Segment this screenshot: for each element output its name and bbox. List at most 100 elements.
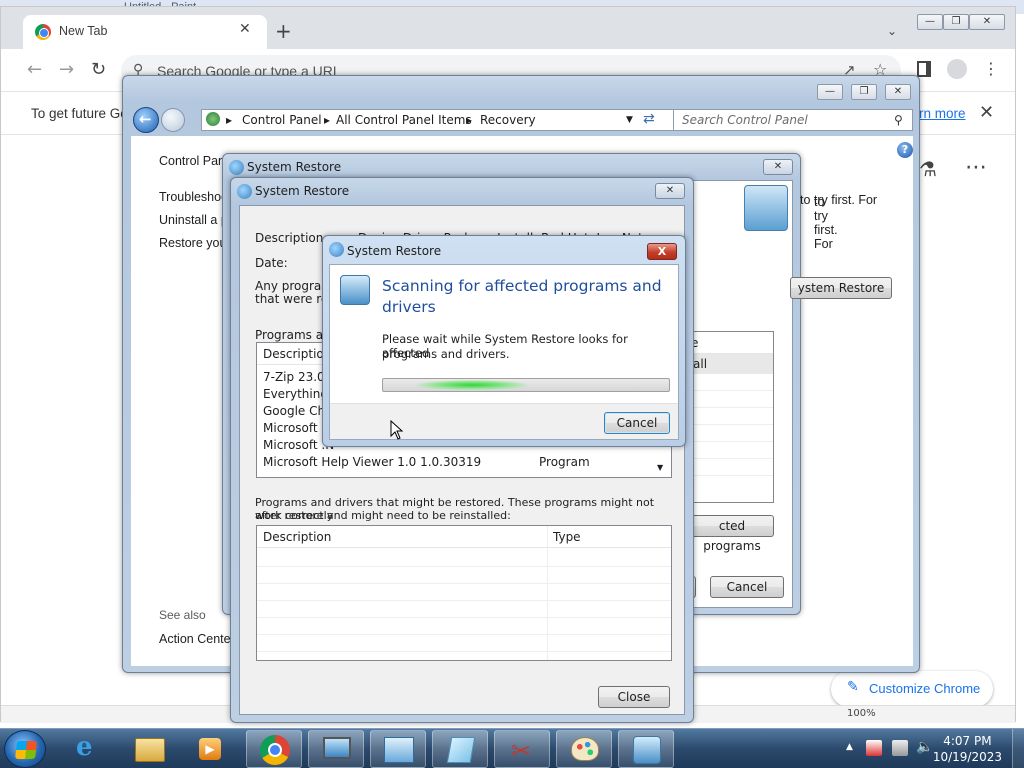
refresh-icon[interactable]: ⇄	[643, 111, 655, 127]
address-dropdown-icon[interactable]: ▼	[626, 115, 633, 125]
taskbar-remote-desktop[interactable]	[308, 730, 364, 768]
scissors-icon: ✂	[511, 737, 532, 765]
tab-title: New Tab	[59, 24, 108, 38]
control-panel-icon	[206, 112, 220, 126]
taskbar-chrome[interactable]	[246, 730, 302, 768]
new-tab-button[interactable]: +	[275, 21, 292, 41]
cp-maximize-button[interactable]: ❐	[851, 84, 877, 100]
back-button[interactable]: ←	[133, 107, 159, 133]
scroll-down-arrow-icon[interactable]: ▼	[657, 463, 663, 472]
volume-icon[interactable]: 🔈	[916, 739, 933, 755]
system-clock[interactable]: 4:07 PM 10/19/2023	[933, 733, 1002, 765]
back-cancel-button[interactable]: Cancel	[710, 576, 784, 598]
side-panel-icon[interactable]	[917, 61, 931, 77]
list-item: all	[693, 357, 708, 371]
restore-link[interactable]: Restore you	[159, 236, 226, 250]
taskbar-system-restore[interactable]	[618, 730, 674, 768]
customize-chrome-button[interactable]: ✎ Customize Chrome	[831, 671, 993, 707]
open-system-restore-button[interactable]: ystem Restore	[790, 277, 892, 299]
taskbar-snipping-tool[interactable]: ✂	[494, 730, 550, 768]
zoom-level: 100%	[847, 708, 876, 719]
scan-detected-programs-button[interactable]: cted programs	[690, 515, 774, 553]
date-label: Date:	[255, 256, 288, 270]
minimize-button[interactable]: —	[917, 14, 943, 30]
chrome-tab-strip: New Tab ✕ + ⌄ — ❐ ✕	[1, 7, 1015, 49]
cp-minimize-button[interactable]: —	[817, 84, 843, 100]
progress-glow	[417, 380, 527, 390]
taskbar-media-player[interactable]: ▶	[182, 730, 238, 768]
chrome-icon	[35, 24, 51, 40]
column-description[interactable]: Description	[263, 530, 331, 544]
profile-avatar-icon[interactable]	[947, 59, 967, 79]
troubleshoot-link[interactable]: Troubleshoo	[159, 190, 228, 204]
learn-more-link[interactable]: rn more	[919, 106, 966, 121]
description-label: Description:	[255, 231, 328, 245]
taskbar-paint[interactable]	[556, 730, 612, 768]
customize-label: Customize Chrome	[869, 681, 981, 696]
show-hidden-icons-chevron-icon[interactable]: ▲	[846, 742, 853, 752]
window-title: System Restore	[255, 184, 350, 198]
close-button[interactable]: ✕	[969, 14, 1005, 30]
breadcrumb-all-items[interactable]: All Control Panel Items	[336, 113, 472, 127]
system-restore-large-icon	[340, 275, 370, 305]
system-restore-icon	[633, 736, 661, 764]
system-restore-icon	[237, 184, 252, 199]
maximize-button[interactable]: ❐	[943, 14, 969, 30]
tab-new-tab[interactable]: New Tab ✕	[23, 15, 267, 49]
pencil-icon: ✎	[847, 679, 859, 695]
help-icon[interactable]: ?	[897, 142, 913, 158]
taskbar-notes[interactable]	[432, 730, 488, 768]
list-item-type: Program	[539, 455, 590, 469]
media-player-icon: ▶	[199, 738, 221, 760]
close-button[interactable]: ✕	[655, 183, 685, 199]
forward-arrow-icon[interactable]: →	[59, 59, 74, 80]
apps-grid-icon[interactable]: ⋯	[965, 155, 987, 180]
show-desktop-button[interactable]	[1012, 729, 1024, 768]
back-arrow-icon: ←	[139, 110, 152, 128]
labs-flask-icon[interactable]: ⚗	[919, 157, 937, 181]
cp-home-link[interactable]: Control Pan	[159, 154, 225, 168]
action-center-flag-icon[interactable]	[866, 740, 882, 756]
mouse-cursor-icon	[390, 420, 404, 440]
action-center-link[interactable]: Action Center	[159, 632, 235, 646]
windows-logo-icon	[15, 741, 37, 759]
close-button[interactable]: X	[647, 243, 677, 260]
menu-dots-icon[interactable]: ⋮	[983, 59, 999, 78]
tab-close-button[interactable]: ✕	[239, 21, 251, 37]
breadcrumb-control-panel[interactable]: Control Panel	[242, 113, 322, 127]
dialog-title: System Restore	[347, 244, 442, 258]
scan-body-2: programs and drivers.	[382, 347, 510, 361]
search-control-panel-input[interactable]: Search Control Panel ⚲	[673, 109, 913, 131]
breadcrumb-recovery[interactable]: Recovery	[480, 113, 536, 127]
chevron-down-icon[interactable]: ⌄	[887, 24, 897, 38]
cp-close-button[interactable]: ✕	[885, 84, 911, 100]
close-button[interactable]: ✕	[763, 159, 793, 175]
infobar-close-button[interactable]: ✕	[979, 102, 994, 123]
column-type[interactable]: Type	[553, 530, 581, 544]
taskbar-internet-explorer[interactable]: e	[62, 730, 118, 768]
taskbar-control-panel[interactable]	[370, 730, 426, 768]
network-icon[interactable]	[892, 740, 908, 756]
search-placeholder: Search Control Panel	[682, 113, 808, 127]
paint-palette-icon	[571, 737, 599, 761]
reload-icon[interactable]: ↻	[91, 59, 106, 80]
restored-text-2: after restore and might need to be reins…	[255, 509, 511, 522]
back-program-list: e all	[686, 331, 774, 503]
search-icon[interactable]: ⚲	[894, 113, 903, 127]
cancel-button[interactable]: Cancel	[604, 412, 670, 434]
uninstall-link[interactable]: Uninstall a p	[159, 213, 228, 227]
clock-time: 4:07 PM	[943, 734, 992, 748]
close-dialog-button[interactable]: Close	[598, 686, 670, 708]
forward-button[interactable]	[161, 108, 185, 132]
back-arrow-icon[interactable]: ←	[27, 59, 42, 80]
start-button[interactable]	[4, 730, 46, 768]
taskbar: e ▶ ✂ ▲ 🔈 4:07 PM 10/19/2023	[0, 728, 1024, 768]
see-also-heading: See also	[159, 608, 206, 622]
taskbar-file-explorer[interactable]	[122, 730, 178, 768]
list-item[interactable]: Microsoft Help Viewer 1.0 1.0.30319	[263, 455, 481, 469]
infobar-message: To get future Go	[31, 106, 128, 121]
system-restore-icon	[229, 160, 244, 175]
control-panel-icon	[384, 737, 414, 763]
restored-programs-list[interactable]: Description Type	[256, 525, 672, 661]
progress-bar	[382, 378, 670, 392]
